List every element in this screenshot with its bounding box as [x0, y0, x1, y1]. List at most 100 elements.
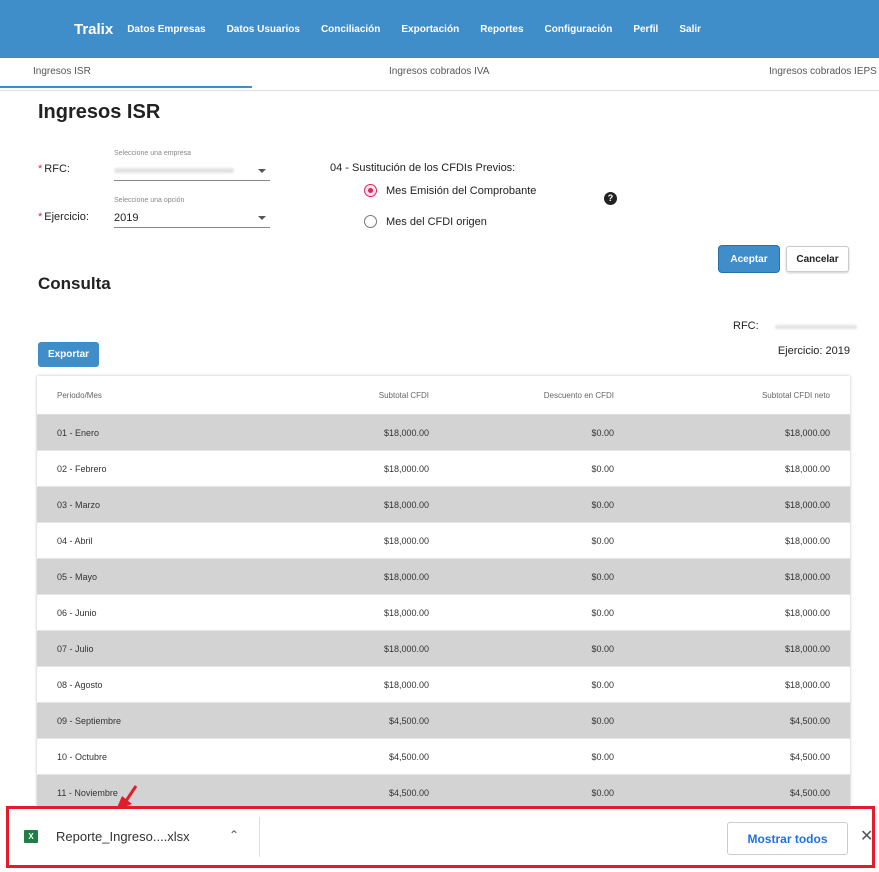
- table-row: 11 - Noviembre $4,500.00 $0.00 $4,500.00: [37, 775, 850, 806]
- cell-subtotal-neto: $4,500.00: [789, 751, 830, 762]
- export-button[interactable]: Exportar: [38, 342, 99, 367]
- show-all-button[interactable]: Mostrar todos: [727, 822, 848, 855]
- radio-mes-origen[interactable]: Mes del CFDI origen: [364, 215, 487, 228]
- cell-periodo: 03 - Marzo: [57, 499, 101, 510]
- table-row: 07 - Julio $18,000.00 $0.00 $18,000.00: [37, 631, 850, 667]
- cell-subtotal: $18,000.00: [383, 643, 429, 654]
- radio-mes-emision-label: Mes Emisión del Comprobante: [386, 184, 537, 197]
- cell-subtotal-neto: $18,000.00: [784, 499, 830, 510]
- brand-logo[interactable]: Tralix: [74, 21, 113, 38]
- header-periodo[interactable]: Periodo/Mes: [57, 376, 102, 414]
- nav-reportes[interactable]: Reportes: [480, 24, 523, 35]
- cell-descuento: $0.00: [591, 715, 614, 726]
- cell-subtotal-neto: $4,500.00: [789, 787, 830, 798]
- rfc-select[interactable]: Seleccione una empresa: [114, 150, 270, 181]
- download-item[interactable]: X Reporte_Ingreso....xlsx ⌃: [9, 817, 260, 857]
- cell-periodo: 08 - Agosto: [57, 679, 103, 690]
- ejercicio-select-value: 2019: [114, 212, 139, 224]
- cell-periodo: 11 - Noviembre: [57, 787, 118, 798]
- chevron-up-icon[interactable]: ⌃: [229, 828, 239, 842]
- ejercicio-select-hint: Seleccione una opción: [114, 197, 185, 204]
- table-header-row: Periodo/Mes Subtotal CFDI Descuento en C…: [37, 376, 850, 415]
- radio-checked-icon[interactable]: [364, 184, 377, 197]
- cell-periodo: 02 - Febrero: [57, 463, 107, 474]
- ejercicio-select[interactable]: Seleccione una opción 2019: [114, 197, 270, 228]
- table-row: 01 - Enero $18,000.00 $0.00 $18,000.00: [37, 415, 850, 451]
- cell-subtotal: $4,500.00: [388, 715, 429, 726]
- consulta-title: Consulta: [38, 274, 111, 293]
- cell-descuento: $0.00: [591, 427, 614, 438]
- substitution-title: 04 - Sustitución de los CFDIs Previos:: [330, 162, 516, 174]
- download-filename[interactable]: Reporte_Ingreso....xlsx: [56, 829, 190, 844]
- required-mark: *: [38, 163, 43, 175]
- cell-descuento: $0.00: [591, 571, 614, 582]
- cell-periodo: 09 - Septiembre: [57, 715, 122, 726]
- chevron-down-icon: [258, 216, 266, 220]
- cell-subtotal: $18,000.00: [383, 499, 429, 510]
- nav-salir[interactable]: Salir: [679, 24, 701, 35]
- nav-conciliacion[interactable]: Conciliación: [321, 24, 380, 35]
- cell-subtotal-neto: $18,000.00: [784, 679, 830, 690]
- cancel-button[interactable]: Cancelar: [786, 246, 849, 272]
- download-bar: X Reporte_Ingreso....xlsx ⌃ Mostrar todo…: [6, 806, 875, 868]
- cell-subtotal-neto: $18,000.00: [784, 463, 830, 474]
- rfc-select-hint: Seleccione una empresa: [114, 150, 192, 157]
- nav-exportacion[interactable]: Exportación: [401, 24, 459, 35]
- cell-subtotal: $4,500.00: [388, 787, 429, 798]
- cell-periodo: 10 - Octubre: [57, 751, 108, 762]
- table-row: 05 - Mayo $18,000.00 $0.00 $18,000.00: [37, 559, 850, 595]
- table-body: 01 - Enero $18,000.00 $0.00 $18,000.00 02 - …: [37, 415, 850, 806]
- cell-subtotal-neto: $4,500.00: [789, 715, 830, 726]
- nav-configuracion[interactable]: Configuración: [545, 24, 613, 35]
- tab-ingresos-ieps[interactable]: Ingresos cobrados IEPS: [769, 58, 877, 88]
- cell-periodo: 01 - Enero: [57, 427, 100, 438]
- report-tabs: Ingresos ISR Ingresos cobrados IVA Ingre…: [0, 58, 879, 91]
- nav-datos-empresas[interactable]: Datos Empresas: [127, 24, 205, 35]
- table-row: 02 - Febrero $18,000.00 $0.00 $18,000.00: [37, 451, 850, 487]
- top-navbar: Tralix Datos Empresas Datos Usuarios Con…: [0, 0, 879, 58]
- help-icon[interactable]: ?: [604, 192, 617, 205]
- cell-subtotal: $18,000.00: [383, 679, 429, 690]
- cell-subtotal-neto: $18,000.00: [784, 571, 830, 582]
- header-subtotal-neto[interactable]: Subtotal CFDI neto: [762, 376, 830, 414]
- cell-descuento: $0.00: [591, 499, 614, 510]
- chevron-down-icon: [258, 169, 266, 173]
- ejercicio-field-label: * Ejercicio:: [38, 211, 89, 223]
- cell-periodo: 07 - Julio: [57, 643, 94, 654]
- cell-periodo: 04 - Abril: [57, 535, 93, 546]
- table-row: 03 - Marzo $18,000.00 $0.00 $18,000.00: [37, 487, 850, 523]
- tab-ingresos-isr[interactable]: Ingresos ISR: [0, 58, 252, 88]
- cell-subtotal-neto: $18,000.00: [784, 643, 830, 654]
- rfc-label-text: RFC:: [44, 163, 70, 175]
- cell-periodo: 05 - Mayo: [57, 571, 98, 582]
- table-row: 09 - Septiembre $4,500.00 $0.00 $4,500.00: [37, 703, 850, 739]
- cell-subtotal: $4,500.00: [388, 751, 429, 762]
- radio-unchecked-icon[interactable]: [364, 215, 377, 228]
- cell-descuento: $0.00: [591, 535, 614, 546]
- cell-subtotal: $18,000.00: [383, 427, 429, 438]
- required-mark: *: [38, 211, 43, 223]
- cell-descuento: $0.00: [591, 787, 614, 798]
- rfc-redacted-value: [114, 168, 234, 173]
- header-subtotal[interactable]: Subtotal CFDI: [379, 376, 429, 414]
- close-icon[interactable]: ✕: [860, 826, 873, 846]
- cell-descuento: $0.00: [591, 751, 614, 762]
- ejercicio-label-text: Ejercicio:: [44, 211, 89, 223]
- accept-button[interactable]: Aceptar: [719, 246, 779, 272]
- cell-subtotal: $18,000.00: [383, 571, 429, 582]
- header-descuento[interactable]: Descuento en CFDI: [544, 376, 614, 414]
- cell-subtotal-neto: $18,000.00: [784, 427, 830, 438]
- table-row: 10 - Octubre $4,500.00 $0.00 $4,500.00: [37, 739, 850, 775]
- cell-subtotal-neto: $18,000.00: [784, 607, 830, 618]
- tab-ingresos-iva[interactable]: Ingresos cobrados IVA: [389, 58, 489, 88]
- cell-descuento: $0.00: [591, 463, 614, 474]
- radio-mes-emision[interactable]: Mes Emisión del Comprobante: [364, 184, 536, 197]
- consulta-rfc-redacted: [775, 325, 857, 329]
- cell-subtotal: $18,000.00: [383, 535, 429, 546]
- nav-datos-usuarios[interactable]: Datos Usuarios: [227, 24, 300, 35]
- consulta-rfc-label: RFC:: [733, 320, 759, 332]
- nav-links: Datos Empresas Datos Usuarios Conciliaci…: [127, 24, 722, 35]
- table-row: 06 - Junio $18,000.00 $0.00 $18,000.00: [37, 595, 850, 631]
- cell-periodo: 06 - Junio: [57, 607, 97, 618]
- nav-perfil[interactable]: Perfil: [633, 24, 658, 35]
